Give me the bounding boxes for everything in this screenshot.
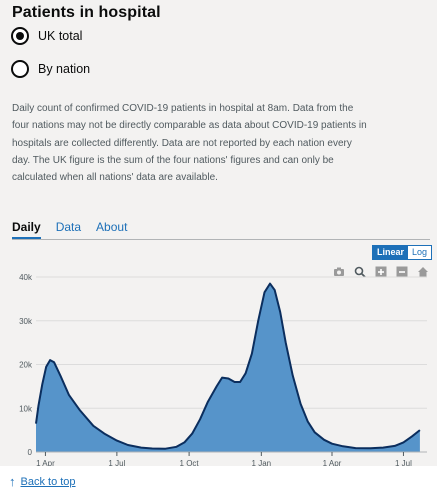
y-tick-label: 40k [19,273,33,282]
x-tick-label: 1 Apr [323,459,342,466]
x-tick-label: 1 Jul [108,459,125,466]
x-tick-label: 1 Oct [180,459,200,466]
scale-toggle: Linear Log [372,245,433,260]
x-tick-label: 1 Jul [395,459,412,466]
radio-uk-total[interactable]: UK total [11,27,82,45]
tab-list: Daily Data About [12,220,142,240]
hospital-chart: 0 10k 20k 30k 40k 1 Apr 1 Jul 1 Oct 1 Jan 1 Apr 1 … [19,273,427,466]
radio-label-by-nation: By nation [38,62,91,76]
tab-daily[interactable]: Daily [12,220,41,240]
radio-selected-icon[interactable] [11,27,29,45]
x-tick-label: 1 Apr [36,459,55,466]
y-tick-label: 30k [19,317,33,326]
back-to-top-label: Back to top [20,475,76,488]
card-title: Patients in hospital [12,4,161,21]
arrow-up-icon: ↑ [9,474,16,489]
y-tick-label: 10k [19,404,33,413]
log-scale-button[interactable]: Log [408,246,432,259]
radio-by-nation[interactable]: By nation [11,60,90,78]
tabs-divider [12,239,430,240]
y-tick-label: 20k [19,361,33,370]
back-to-top-link[interactable]: ↑ Back to top [9,474,76,489]
tab-about[interactable]: About [96,220,127,240]
tab-data[interactable]: Data [56,220,81,240]
radio-label-uk-total: UK total [38,29,83,43]
chart-description: Daily count of confirmed COVID-19 patien… [12,103,367,184]
radio-unselected-icon[interactable] [11,60,29,78]
y-tick-label: 0 [28,448,33,457]
linear-scale-button[interactable]: Linear [373,246,409,259]
x-tick-label: 1 Jan [252,459,272,466]
